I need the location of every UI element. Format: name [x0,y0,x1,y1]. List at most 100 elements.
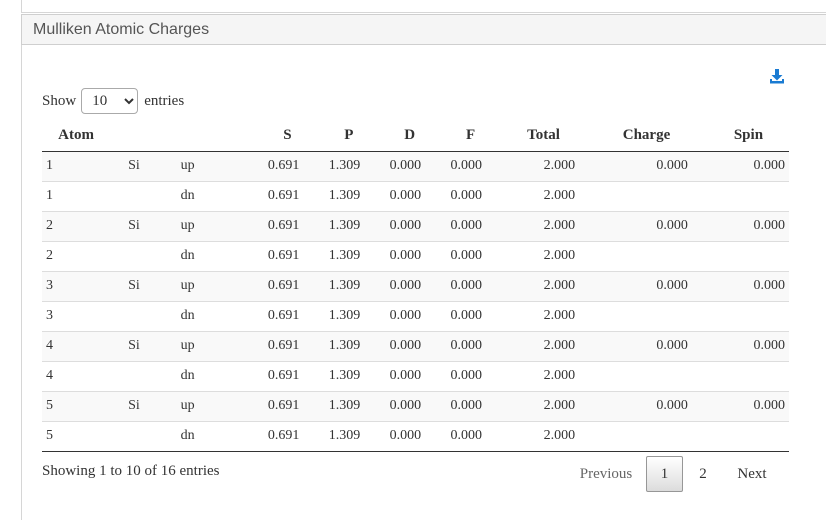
pagination: Previous 1 2 Next [566,456,781,492]
header-s[interactable]: S [247,121,310,152]
cell-total: 2.000 [492,240,586,271]
cell-s: 0.691 [247,360,310,391]
cell-f: 0.000 [431,240,492,271]
cell-spin [697,300,789,331]
cell-d: 0.000 [370,360,432,391]
cell-spin-channel: up [166,151,248,181]
cell-element [128,240,167,271]
cell-spin [697,180,789,211]
cell-s: 0.691 [247,420,310,452]
cell-spin-channel: up [166,270,248,301]
cell-f: 0.000 [431,151,492,181]
cell-total: 2.000 [492,360,586,391]
entries-label: entries [144,92,185,109]
cell-total: 2.000 [492,300,586,331]
show-label: Show [42,92,77,109]
page-1-button[interactable]: 1 [646,456,683,492]
previous-page-button[interactable]: Previous [566,456,646,492]
entries-length-control: Show 10 entries [42,88,184,114]
cell-charge: 0.000 [585,210,698,241]
table-row: 2 Si up 0.691 1.309 0.000 0.000 2.000 0.… [42,210,789,241]
next-page-button[interactable]: Next [723,456,781,492]
cell-spin: 0.000 [697,151,789,181]
cell-s: 0.691 [247,390,310,421]
cell-spin: 0.000 [697,270,789,301]
cell-atom: 2 [42,210,129,241]
header-spin[interactable]: Spin [697,121,789,152]
cell-d: 0.000 [370,180,432,211]
previous-panel-edge [21,0,826,13]
cell-f: 0.000 [431,270,492,301]
cell-element [128,300,167,331]
cell-spin-channel: dn [166,240,248,271]
download-button[interactable] [768,67,786,85]
cell-f: 0.000 [431,330,492,361]
cell-total: 2.000 [492,420,586,452]
entries-select[interactable]: 10 [81,88,139,114]
cell-element: Si [128,151,167,181]
mulliken-charges-table: Atom S P D F Total Charge Spin 1 Si up 0… [42,121,789,452]
cell-element: Si [128,390,167,421]
cell-total: 2.000 [492,330,586,361]
panel-title: Mulliken Atomic Charges [21,14,826,45]
cell-d: 0.000 [370,390,432,421]
cell-f: 0.000 [431,390,492,421]
table-row: 1 dn 0.691 1.309 0.000 0.000 2.000 [42,180,789,211]
table-row: 1 Si up 0.691 1.309 0.000 0.000 2.000 0.… [42,151,789,181]
header-f[interactable]: F [431,121,492,152]
cell-spin: 0.000 [697,330,789,361]
header-p[interactable]: P [309,121,371,152]
cell-charge [585,360,698,391]
cell-charge [585,420,698,452]
cell-p: 1.309 [309,240,371,271]
cell-spin: 0.000 [697,390,789,421]
cell-atom: 1 [42,180,129,211]
cell-charge: 0.000 [585,390,698,421]
cell-f: 0.000 [431,210,492,241]
cell-d: 0.000 [370,240,432,271]
cell-spin [697,240,789,271]
cell-spin-channel: up [166,390,248,421]
header-d[interactable]: D [370,121,432,152]
page-2-button[interactable]: 2 [683,456,723,492]
cell-charge [585,300,698,331]
cell-f: 0.000 [431,420,492,452]
cell-charge: 0.000 [585,151,698,181]
cell-s: 0.691 [247,180,310,211]
cell-total: 2.000 [492,180,586,211]
cell-charge: 0.000 [585,330,698,361]
cell-element [128,180,167,211]
cell-atom: 1 [42,151,129,181]
cell-d: 0.000 [370,420,432,452]
cell-total: 2.000 [492,210,586,241]
cell-s: 0.691 [247,240,310,271]
table-info: Showing 1 to 10 of 16 entries [42,463,220,479]
cell-element [128,360,167,391]
cell-s: 0.691 [247,330,310,361]
cell-p: 1.309 [309,390,371,421]
table-header-row: Atom S P D F Total Charge Spin [42,121,789,152]
cell-total: 2.000 [492,270,586,301]
cell-atom: 2 [42,240,129,271]
cell-spin-channel: dn [166,300,248,331]
header-charge[interactable]: Charge [585,121,698,152]
cell-spin-channel: up [166,210,248,241]
table-row: 4 dn 0.691 1.309 0.000 0.000 2.000 [42,360,789,391]
table-row: 5 Si up 0.691 1.309 0.000 0.000 2.000 0.… [42,390,789,421]
cell-p: 1.309 [309,151,371,181]
cell-charge [585,240,698,271]
cell-s: 0.691 [247,151,310,181]
cell-atom: 4 [42,360,129,391]
table-row: 4 Si up 0.691 1.309 0.000 0.000 2.000 0.… [42,330,789,361]
cell-spin-channel: dn [166,360,248,391]
header-total[interactable]: Total [492,121,586,152]
table-row: 2 dn 0.691 1.309 0.000 0.000 2.000 [42,240,789,271]
table-row: 3 dn 0.691 1.309 0.000 0.000 2.000 [42,300,789,331]
cell-p: 1.309 [309,270,371,301]
cell-atom: 5 [42,390,129,421]
cell-total: 2.000 [492,151,586,181]
cell-d: 0.000 [370,300,432,331]
cell-spin-channel: dn [166,180,248,211]
cell-p: 1.309 [309,180,371,211]
header-atom[interactable]: Atom [42,121,129,152]
